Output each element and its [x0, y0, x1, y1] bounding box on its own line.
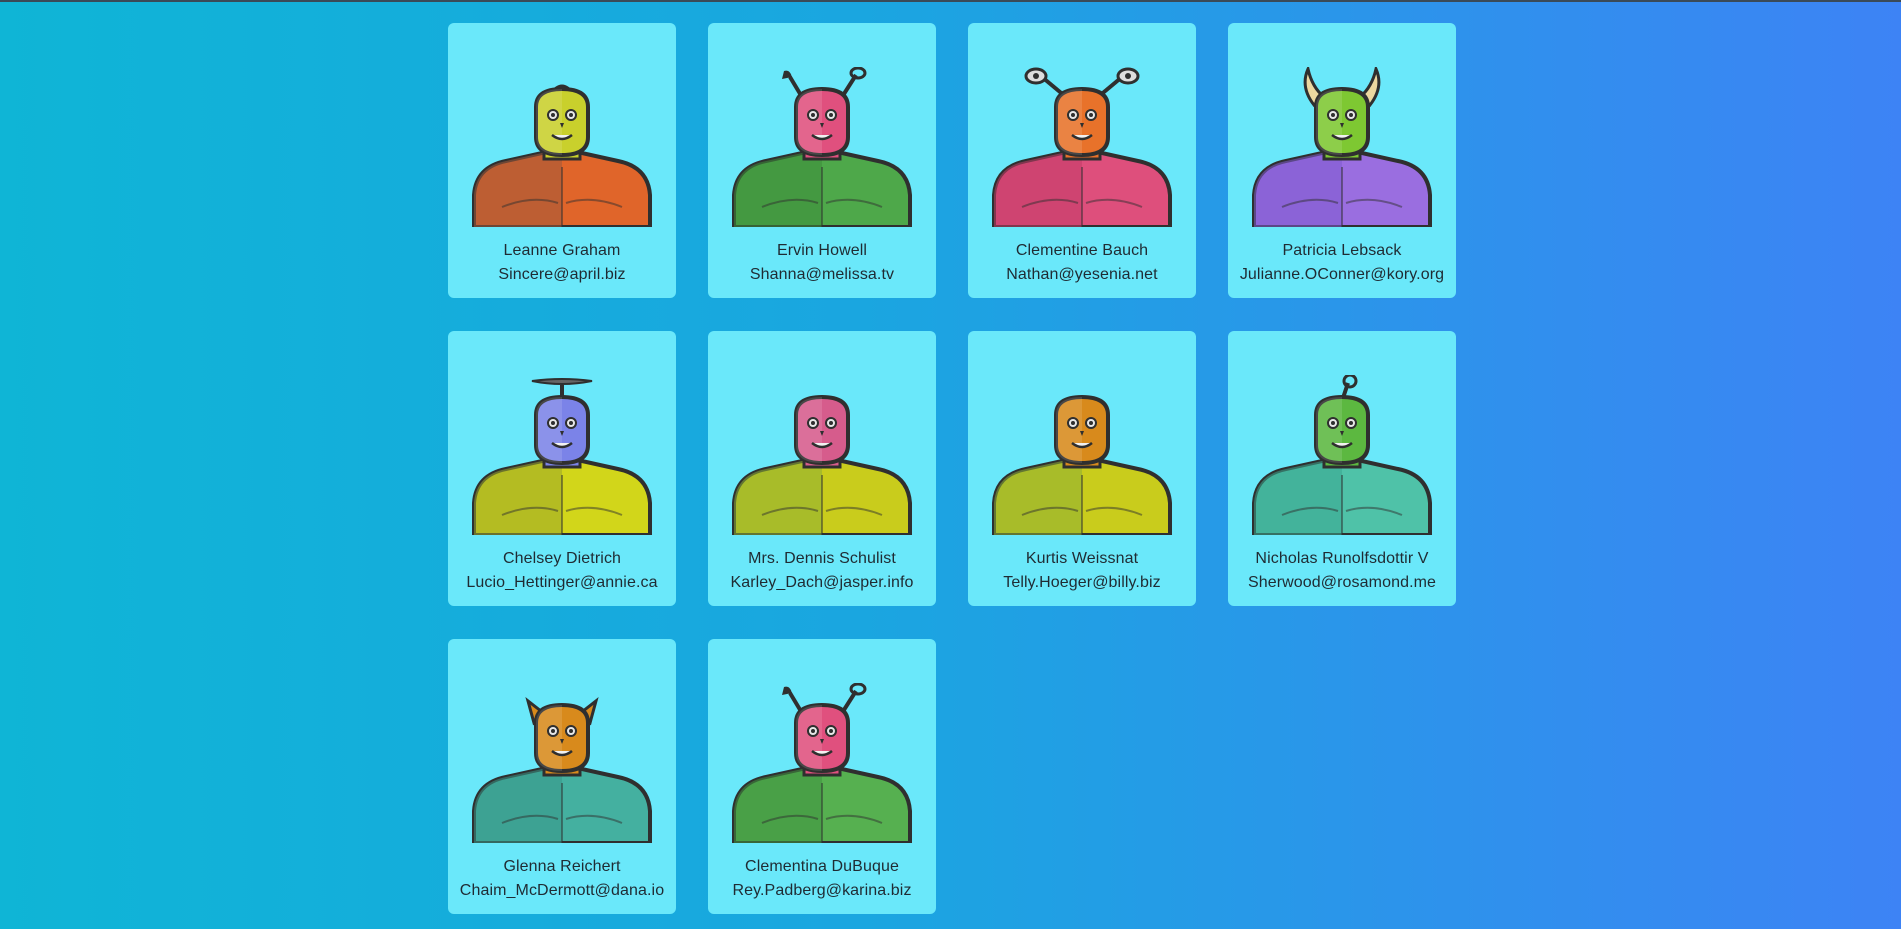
robot-avatar-icon [732, 683, 912, 843]
robot-avatar-icon [1252, 375, 1432, 535]
robot-card[interactable]: Mrs. Dennis Schulist Karley_Dach@jasper.… [708, 331, 936, 606]
robot-avatar-icon [1252, 67, 1432, 227]
robot-email: Chaim_McDermott@dana.io [459, 882, 665, 899]
robot-name: Kurtis Weissnat [1025, 550, 1139, 567]
robot-name: Leanne Graham [503, 242, 621, 259]
robot-card-grid: Leanne Graham Sincere@april.biz Ervin Ho… [448, 23, 1458, 914]
robot-name: Clementina DuBuque [745, 858, 899, 875]
robot-name: Glenna Reichert [503, 858, 621, 875]
robot-name: Patricia Lebsack [1282, 242, 1402, 259]
robot-email: Karley_Dach@jasper.info [730, 574, 914, 591]
robot-email: Sincere@april.biz [498, 266, 626, 283]
robot-avatar-icon [472, 375, 652, 535]
robot-card[interactable]: Glenna Reichert Chaim_McDermott@dana.io [448, 639, 676, 914]
robot-name: Ervin Howell [776, 242, 868, 259]
robot-name: Mrs. Dennis Schulist [748, 550, 896, 567]
robot-email: Rey.Padberg@karina.biz [732, 882, 912, 899]
robot-card[interactable]: Leanne Graham Sincere@april.biz [448, 23, 676, 298]
robot-card[interactable]: Clementine Bauch Nathan@yesenia.net [968, 23, 1196, 298]
robot-card[interactable]: Ervin Howell Shanna@melissa.tv [708, 23, 936, 298]
robot-name: Nicholas Runolfsdottir V [1255, 550, 1429, 567]
robot-card[interactable]: Kurtis Weissnat Telly.Hoeger@billy.biz [968, 331, 1196, 606]
robot-email: Telly.Hoeger@billy.biz [1003, 574, 1161, 591]
robot-card[interactable]: Nicholas Runolfsdottir V Sherwood@rosamo… [1228, 331, 1456, 606]
robot-avatar-icon [992, 375, 1172, 535]
robot-avatar-icon [732, 67, 912, 227]
robot-card[interactable]: Chelsey Dietrich Lucio_Hettinger@annie.c… [448, 331, 676, 606]
robot-avatar-icon [992, 67, 1172, 227]
robot-card[interactable]: Patricia Lebsack Julianne.OConner@kory.o… [1228, 23, 1456, 298]
robot-email: Shanna@melissa.tv [749, 266, 895, 283]
robot-email: Lucio_Hettinger@annie.ca [466, 574, 658, 591]
robot-email: Nathan@yesenia.net [1006, 266, 1158, 283]
robot-avatar-icon [732, 375, 912, 535]
robot-card[interactable]: Clementina DuBuque Rey.Padberg@karina.bi… [708, 639, 936, 914]
robot-avatar-icon [472, 67, 652, 227]
window-top-border [0, 0, 1901, 2]
robot-name: Clementine Bauch [1015, 242, 1149, 259]
robot-email: Sherwood@rosamond.me [1247, 574, 1437, 591]
robot-email: Julianne.OConner@kory.org [1239, 266, 1445, 283]
robot-name: Chelsey Dietrich [502, 550, 622, 567]
robot-avatar-icon [472, 683, 652, 843]
